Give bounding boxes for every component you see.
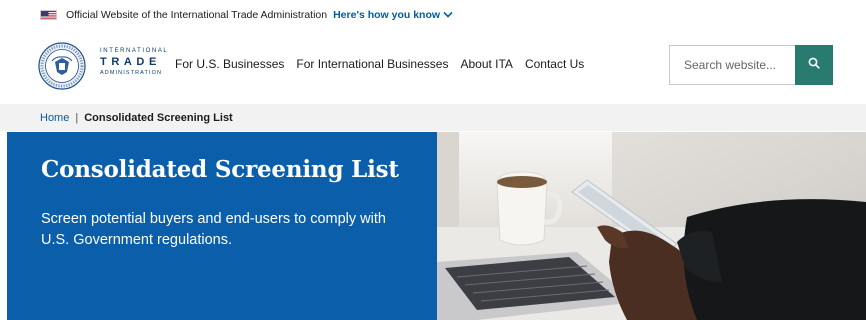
search-icon xyxy=(808,56,820,74)
chevron-down-icon xyxy=(443,9,453,21)
banner-text: Official Website of the International Tr… xyxy=(66,9,328,21)
page-title: Consolidated Screening List xyxy=(41,156,399,183)
hero-subtitle: Screen potential buyers and end-users to… xyxy=(41,211,386,249)
heres-how-you-know-link[interactable]: Here's how you know xyxy=(333,9,453,21)
banner-link-label: Here's how you know xyxy=(333,9,441,21)
nav-item-international-businesses[interactable]: For International Businesses xyxy=(296,57,448,71)
logo-line-2: TRADE xyxy=(100,56,161,68)
ita-logo-wordmark[interactable]: INTERNATIONAL TRADE ADMINISTRATION xyxy=(100,48,169,77)
search-button[interactable] xyxy=(795,45,833,85)
search-input[interactable] xyxy=(669,45,795,85)
gov-banner: Official Website of the International Tr… xyxy=(0,0,866,30)
breadcrumb-home-link[interactable]: Home xyxy=(40,112,69,124)
us-flag-icon xyxy=(40,10,57,20)
logo-line-3: ADMINISTRATION xyxy=(100,70,163,76)
nav-item-about-ita[interactable]: About ITA xyxy=(460,57,512,71)
hero-banner: Consolidated Screening List Screen poten… xyxy=(7,132,437,320)
logo-line-1: INTERNATIONAL xyxy=(100,48,169,54)
site-header: INTERNATIONAL TRADE ADMINISTRATION For U… xyxy=(0,30,866,102)
search-form xyxy=(669,45,833,85)
nav-item-us-businesses[interactable]: For U.S. Businesses xyxy=(175,57,284,71)
breadcrumb: Home | Consolidated Screening List xyxy=(0,104,866,131)
nav-item-contact-us[interactable]: Contact Us xyxy=(525,57,584,71)
main-nav: For U.S. Businesses For International Bu… xyxy=(175,57,596,71)
breadcrumb-current: Consolidated Screening List xyxy=(84,111,233,124)
hero-photo xyxy=(437,132,866,320)
breadcrumb-separator: | xyxy=(75,111,79,124)
commerce-seal-icon[interactable] xyxy=(38,42,86,90)
